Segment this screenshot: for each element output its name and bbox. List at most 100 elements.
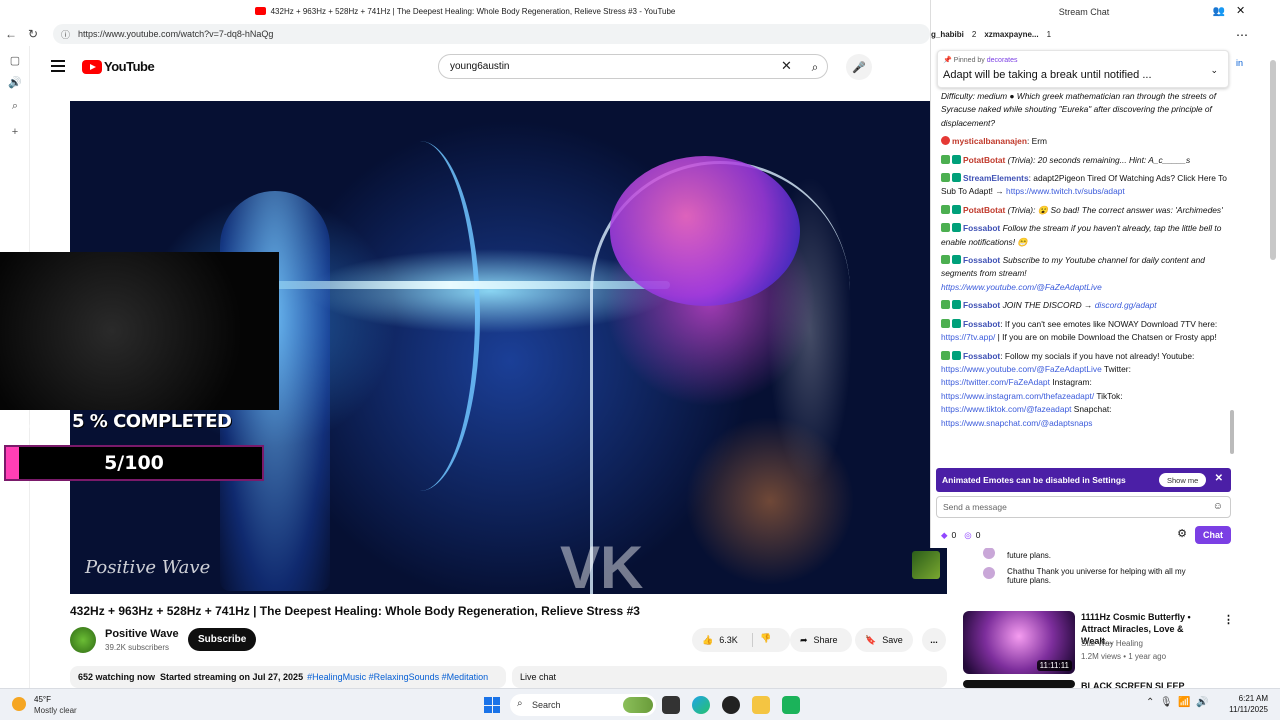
taskbar-search-label: Search xyxy=(532,700,561,710)
chat-username[interactable]: Fossabot xyxy=(963,255,1000,265)
clear-search-icon[interactable]: ✕ xyxy=(781,58,792,74)
chat-message: PotatBotat (Trivia): 20 seconds remainin… xyxy=(941,154,1227,167)
subscribe-button[interactable]: Subscribe xyxy=(188,628,257,651)
chat-link[interactable]: https://www.snapchat.com/@adaptsnaps xyxy=(941,418,1092,428)
app-icon[interactable] xyxy=(782,696,800,714)
search-input[interactable]: young6austin ✕ ⌕ xyxy=(438,54,828,79)
taskbar: 45°F Mostly clear ⌕ Search ⌃ 🎙 📶 🔊 6:21 … xyxy=(0,688,1280,720)
like-icon[interactable]: 👍 xyxy=(702,635,713,646)
channel-points-icon[interactable]: ◎ xyxy=(964,530,971,541)
clock[interactable]: 6:21 AM 11/11/2025 xyxy=(1228,693,1268,715)
chat-message: Fossabot: If you can't see emotes like N… xyxy=(941,318,1227,345)
chat-username[interactable]: Fossabot xyxy=(963,319,1000,329)
more-actions-icon[interactable]: ... xyxy=(922,628,946,652)
search-button-icon[interactable]: ⌕ xyxy=(804,57,826,77)
menu-icon[interactable] xyxy=(51,60,65,72)
file-explorer-icon[interactable] xyxy=(752,696,770,714)
close-icon[interactable]: ✕ xyxy=(1215,473,1223,484)
show-me-button[interactable]: Show me xyxy=(1159,473,1207,487)
chat-username[interactable]: PotatBotat xyxy=(963,155,1005,165)
chat-link[interactable]: https://twitter.com/FaZeAdapt xyxy=(941,377,1050,387)
description-box[interactable]: 652 watching now Started streaming on Ju… xyxy=(70,666,506,688)
pinned-by-label: Pinned by xyxy=(953,57,985,64)
pinned-message[interactable]: 📌 Pinned by decorates Adapt will be taki… xyxy=(937,50,1229,88)
emoji-picker-icon[interactable]: ☺ xyxy=(1213,501,1223,512)
task-view-icon[interactable] xyxy=(662,696,680,714)
recommendation-menu-icon[interactable]: ⋮ xyxy=(1223,613,1234,626)
chat-link[interactable]: discord.gg/adapt xyxy=(1095,300,1157,310)
reload-button[interactable]: ↻ xyxy=(22,23,44,45)
tab-actions-icon[interactable]: ▢ xyxy=(7,52,23,68)
channel-branding-icon[interactable] xyxy=(912,551,940,579)
dislike-icon[interactable]: 👎 xyxy=(760,633,771,644)
chat-users-icon[interactable]: 👥 xyxy=(1213,6,1225,17)
site-info-icon[interactable]: ⓘ xyxy=(61,28,70,41)
weather-icon xyxy=(12,697,26,711)
recommendation-item[interactable]: 11:11:11 1111Hz Cosmic Butterfly • Attra… xyxy=(963,611,1234,675)
youtube-logo[interactable]: YouTube xyxy=(82,59,155,74)
chat-leaderboard: g_habibi 2 xzmaxpayne... 1 xyxy=(931,24,1237,44)
live-chat-strip[interactable]: Live chat xyxy=(512,666,947,688)
gear-icon[interactable]: ⚙ xyxy=(1177,527,1187,540)
edge-browser-icon[interactable] xyxy=(692,696,710,714)
chat-text: TikTok: xyxy=(1094,390,1123,401)
recommendation-item[interactable]: BLACK SCREEN SLEEP MUSIC xyxy=(963,680,1233,688)
recommendation-title[interactable]: BLACK SCREEN SLEEP MUSIC xyxy=(1081,680,1213,688)
recommendation-channel[interactable]: Star Way Healing xyxy=(1081,639,1143,648)
hashtags[interactable]: #HealingMusic #RelaxingSounds #Meditatio… xyxy=(307,672,488,682)
glowing-brain xyxy=(610,156,800,306)
save-button[interactable]: 🔖 Save xyxy=(855,628,913,652)
chat-message: mysticalbananajen: Erm xyxy=(941,135,1227,148)
chat-link[interactable]: https://www.tiktok.com/@fazeadapt xyxy=(941,404,1071,414)
voice-search-icon[interactable]: 🎤 xyxy=(846,54,872,80)
share-button[interactable]: ➦ Share xyxy=(790,628,852,652)
windows-start-icon[interactable] xyxy=(484,697,500,713)
bot-badge-icon xyxy=(952,350,961,360)
media-player-icon[interactable] xyxy=(722,696,740,714)
chat-username[interactable]: Fossabot xyxy=(963,223,1000,233)
chat-link[interactable]: https://www.youtube.com/@FaZeAdaptLive xyxy=(941,364,1102,374)
chat-username[interactable]: StreamElements xyxy=(963,173,1029,183)
chevron-down-icon[interactable]: ⌄ xyxy=(1210,65,1218,76)
weather-widget[interactable]: 45°F Mostly clear xyxy=(12,694,92,716)
like-dislike-pill: 👍 6.3K 👎 xyxy=(692,628,790,652)
chat-text: Twitter: xyxy=(1101,363,1131,374)
close-window-icon[interactable]: ✕ xyxy=(1236,4,1245,17)
chat-link[interactable]: https://www.twitch.tv/subs/adapt xyxy=(1006,186,1125,196)
bits-icon[interactable]: ◆ xyxy=(941,530,948,541)
read-aloud-icon[interactable]: 🔊 xyxy=(7,74,23,90)
channel-avatar[interactable] xyxy=(70,627,96,653)
chat-link[interactable]: https://www.instagram.com/thefazeadapt/ xyxy=(941,391,1094,401)
recommendation-meta: 1.2M views • 1 year ago xyxy=(1081,652,1167,661)
bits-count: 0 xyxy=(951,530,957,540)
recommendation-thumbnail[interactable] xyxy=(963,680,1075,688)
page-scrollbar[interactable] xyxy=(1270,60,1276,260)
sub-goal-bar: 5/100 xyxy=(4,445,264,481)
chat-scrollbar[interactable] xyxy=(1229,46,1235,466)
chat-log[interactable]: Difficulty: medium ● Which greek mathema… xyxy=(941,90,1227,462)
system-tray[interactable]: ⌃ 🎙 📶 🔊 xyxy=(1146,697,1209,708)
channel-name[interactable]: Positive Wave xyxy=(105,628,179,640)
chat-link[interactable]: https://www.youtube.com/@FaZeAdaptLive xyxy=(941,282,1102,292)
chat-message-input[interactable]: Send a message ☺ xyxy=(936,496,1231,518)
url-field[interactable]: ⓘ https://www.youtube.com/watch?v=7-dq8-… xyxy=(53,24,930,44)
chat-text: : Erm xyxy=(1026,136,1047,147)
chat-message: Fossabot Subscribe to my Youtube channel… xyxy=(941,254,1227,294)
taskbar-search[interactable]: ⌕ Search xyxy=(510,694,656,716)
like-count[interactable]: 6.3K xyxy=(719,635,738,645)
chat-link[interactable]: https://7tv.app/ xyxy=(941,332,995,342)
search-icon[interactable]: ⌕ xyxy=(7,98,23,114)
bot-badge-icon xyxy=(952,318,961,328)
browser-menu-icon[interactable]: ⋯ xyxy=(1236,28,1248,42)
chat-scroll-thumb[interactable] xyxy=(1230,410,1234,454)
chat-send-button[interactable]: Chat xyxy=(1195,526,1231,544)
add-icon[interactable]: + xyxy=(7,124,23,140)
sign-in-button[interactable]: in xyxy=(1236,58,1243,68)
chat-username[interactable]: mysticalbananajen xyxy=(952,136,1027,146)
recommendation-thumbnail[interactable]: 11:11:11 xyxy=(963,611,1075,674)
back-button[interactable]: ← xyxy=(0,23,22,45)
chat-username[interactable]: Fossabot xyxy=(963,300,1000,310)
chat-username[interactable]: PotatBotat xyxy=(963,205,1005,215)
chat-username[interactable]: Fossabot xyxy=(963,351,1000,361)
video-duration: 11:11:11 xyxy=(1036,660,1072,671)
